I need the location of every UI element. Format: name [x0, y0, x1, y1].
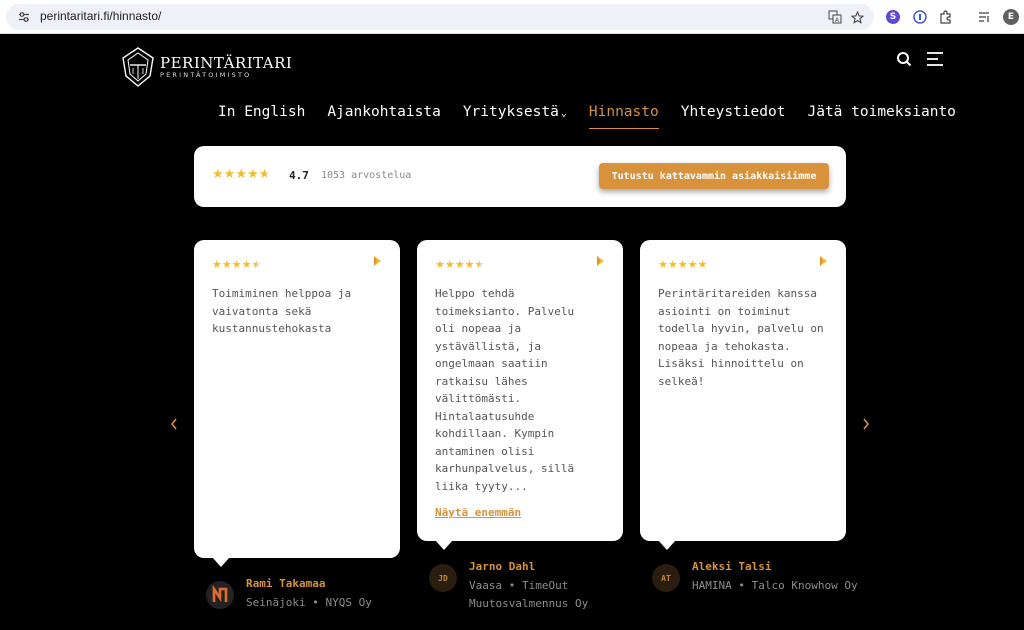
review-stars: ★ ★ ★ ★ ★ — [435, 259, 484, 270]
avatar: JD — [429, 564, 457, 592]
profile-avatar[interactable]: E — [1003, 9, 1019, 25]
star-icon: ★ — [221, 258, 232, 271]
star-icon: ★ — [658, 258, 668, 271]
search-icon[interactable] — [895, 50, 915, 68]
summary-score: 4.7 — [289, 169, 309, 182]
main-navigation: In English Ajankohtaista Yrityksestä ⌄ Hi… — [218, 104, 978, 130]
star-icon: ★ — [474, 258, 485, 271]
star-icon: ★ — [258, 167, 271, 182]
star-icon: ★ — [212, 258, 222, 271]
review-text: Toimiminen helppoa ja vaivatonta sekä ku… — [212, 287, 352, 335]
customers-button[interactable]: Tutustu kattavammin asiakkaisiimme — [599, 163, 829, 189]
star-icon: ★ — [231, 258, 242, 271]
star-icon: ★ — [223, 167, 236, 182]
star-icon: ★ — [251, 258, 262, 271]
nav-in-english[interactable]: In English — [218, 104, 305, 130]
author-meta: Vaasa • TimeOut Muutosvalmennus Oy — [469, 579, 589, 610]
play-arrow-icon[interactable] — [373, 255, 382, 267]
show-more-link[interactable]: Näytä enemmän — [435, 506, 521, 519]
play-arrow-icon[interactable] — [819, 255, 828, 267]
brand-title: PERINTÄRITARI — [160, 54, 293, 72]
menu-icon[interactable] — [926, 50, 946, 68]
nav-jata-toimeksianto[interactable]: Jätä toimeksianto — [807, 104, 955, 130]
review-text: Helppo tehdä toimeksianto. Palvelu oli n… — [435, 287, 575, 493]
author-meta: HAMINA • Talco Knowhow Oy — [692, 579, 858, 592]
brand-subtitle: PERINTÄTOIMISTO — [160, 71, 252, 79]
star-icon: ★ — [444, 258, 455, 271]
tune-icon[interactable] — [18, 11, 30, 23]
review-text: Perintäritareiden kanssa asiointi on toi… — [658, 287, 824, 388]
avatar — [206, 581, 234, 609]
nav-hinnasto[interactable]: Hinnasto — [588, 104, 659, 130]
star-icon: ★ — [667, 258, 678, 271]
address-bar[interactable]: perintaritari.fi/hinnasto/ A — [6, 4, 874, 30]
star-icon: ★ — [464, 258, 475, 271]
star-icon: ★ — [212, 167, 224, 182]
summary-count: 1053 arvostelua — [321, 170, 412, 181]
star-icon[interactable] — [848, 8, 866, 26]
author-name: Rami Takamaa — [246, 577, 326, 590]
star-icon: ★ — [235, 167, 247, 182]
play-arrow-icon[interactable] — [596, 255, 605, 267]
rating-summary: ★ ★ ★ ★ ★ 4.7 1053 arvostelua Tutustu kattav… — [194, 146, 846, 207]
star-icon: ★ — [246, 167, 259, 182]
star-icon: ★ — [677, 258, 688, 271]
star-icon: ★ — [241, 258, 252, 271]
browser-toolbar: perintaritari.fi/hinnasto/ A S E — [0, 0, 1024, 34]
review-stars: ★ ★ ★ ★ ★ — [658, 259, 707, 270]
star-icon: ★ — [435, 258, 445, 271]
chevron-left-icon[interactable] — [170, 418, 178, 430]
site-logo[interactable]: PERINTÄRITARI PERINTÄTOIMISTO — [120, 46, 292, 88]
star-icon: ★ — [697, 258, 708, 271]
star-icon: ★ — [687, 258, 698, 271]
extension-icon[interactable] — [937, 8, 955, 26]
extension-s-icon[interactable]: S — [886, 10, 900, 24]
review-card: ★ ★ ★ ★ ★ Toimiminen helppoa ja vaivatonta s… — [194, 240, 400, 567]
nav-yhteystiedot[interactable]: Yhteystiedot — [681, 104, 786, 130]
chevron-right-icon[interactable] — [862, 418, 870, 430]
nav-yrityksesta-label: Yrityksestä — [462, 104, 559, 120]
chevron-down-icon: ⌄ — [560, 108, 567, 119]
avatar: AT — [652, 564, 680, 592]
review-card: ★ ★ ★ ★ ★ Helppo tehdä toimeksianto. Palvelu… — [417, 240, 623, 550]
author-meta: Seinäjoki • NYQS Oy — [246, 596, 372, 609]
author-name: Jarno Dahl — [469, 560, 536, 573]
summary-stars: ★ ★ ★ ★ ★ — [212, 168, 270, 181]
url-text[interactable]: perintaritari.fi/hinnasto/ — [40, 9, 161, 23]
star-icon: ★ — [454, 258, 465, 271]
review-stars: ★ ★ ★ ★ ★ — [212, 259, 261, 270]
knight-helmet-logo — [122, 47, 154, 87]
reading-list-icon[interactable] — [975, 8, 993, 26]
review-card: ★ ★ ★ ★ ★ Perintäritareiden kanssa asiointi … — [640, 240, 846, 550]
author-name: Aleksi Talsi — [692, 560, 772, 573]
translate-icon[interactable]: A — [826, 8, 844, 26]
password-manager-icon[interactable] — [911, 8, 929, 26]
nav-yrityksesta[interactable]: Yrityksestä ⌄ — [463, 104, 567, 130]
nav-ajankohtaista[interactable]: Ajankohtaista — [327, 104, 441, 130]
